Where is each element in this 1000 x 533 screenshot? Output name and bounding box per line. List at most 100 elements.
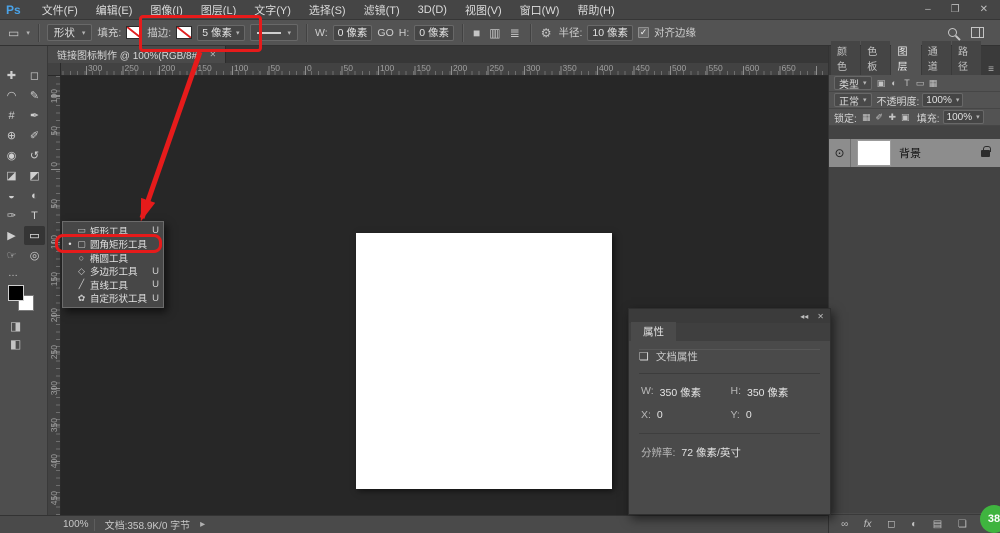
tab-swatches[interactable]: 色板 [861, 41, 890, 75]
notification-badge[interactable]: 38 [980, 505, 1000, 533]
adjustment-layer-icon[interactable]: ◐ [911, 519, 917, 530]
layer-name[interactable]: 背景 [899, 145, 981, 161]
status-flyout-icon[interactable]: ▸ [200, 519, 205, 530]
flyout-item-0[interactable]: ▭矩形工具U [63, 224, 163, 238]
blend-mode-select[interactable]: 正常 ▾ [834, 93, 872, 107]
menu-item[interactable]: 编辑(E) [87, 2, 142, 18]
crop-tool[interactable]: # [1, 106, 22, 125]
link-layers-icon[interactable]: ∞ [841, 519, 848, 530]
document-tab[interactable]: 链接图标制作 @ 100%(RGB/8#) ✕ [48, 46, 226, 63]
minimize-button[interactable]: – [925, 4, 931, 15]
layer-fill-field[interactable]: 100% ▾ [943, 110, 984, 124]
new-layer-icon[interactable]: ❏ [958, 519, 967, 530]
search-icon[interactable] [948, 28, 957, 37]
width-field[interactable]: 0 像素 [333, 25, 373, 41]
menu-item[interactable]: 3D(D) [409, 4, 456, 16]
gear-icon[interactable]: ⚙ [539, 26, 554, 40]
shape-mode-select[interactable]: 形状 ▾ [47, 24, 93, 41]
filter-icon[interactable]: T [901, 78, 914, 89]
flyout-item-5[interactable]: ✿自定形状工具U [63, 292, 163, 306]
shape-tool[interactable]: ▭ [24, 226, 45, 245]
screen-mode-icon[interactable]: ◧ [10, 337, 21, 351]
menu-item[interactable]: 选择(S) [300, 2, 355, 18]
tool-preset-icon[interactable]: ▭ [6, 26, 21, 40]
workspace-icon[interactable] [971, 27, 984, 38]
flyout-item-1[interactable]: •▢圆角矩形工具 [63, 238, 163, 252]
menu-item[interactable]: 图像(I) [141, 2, 191, 18]
flyout-item-3[interactable]: ◇多边形工具U [63, 265, 163, 279]
path-operations-icon[interactable]: ■ [471, 26, 482, 40]
stroke-width-field[interactable]: 5 像素 ▾ [197, 25, 244, 41]
tab-color[interactable]: 颜色 [831, 41, 860, 75]
flyout-item-4[interactable]: ╱直线工具U [63, 278, 163, 292]
path-arrange-icon[interactable]: ≣ [508, 26, 522, 40]
stroke-type-select[interactable]: ▾ [250, 24, 299, 41]
fill-swatch[interactable] [126, 26, 142, 39]
zoom-tool[interactable]: ◎ [24, 246, 45, 265]
link-dimensions-button[interactable]: GO [377, 27, 393, 39]
clone-stamp-tool[interactable]: ◉ [1, 146, 22, 165]
close-panel-icon[interactable]: ✕ [817, 312, 824, 321]
filter-icon[interactable]: ▦ [927, 78, 940, 89]
move-tool[interactable]: ✚ [1, 66, 22, 85]
opacity-field[interactable]: 100% ▾ [922, 93, 963, 107]
blur-tool[interactable]: ◒ [1, 186, 22, 205]
layer-style-icon[interactable]: fx [864, 519, 872, 530]
lock-toggle-icon[interactable]: ▣ [899, 112, 912, 123]
flyout-item-2[interactable]: ○椭圆工具 [63, 251, 163, 265]
hand-tool[interactable]: ☞ [1, 246, 22, 265]
history-brush-tool[interactable]: ↺ [24, 146, 45, 165]
lasso-tool[interactable]: ◠ [1, 86, 22, 105]
gradient-tool[interactable]: ◩ [24, 166, 45, 185]
menu-item[interactable]: 滤镜(T) [355, 2, 409, 18]
layer-mask-icon[interactable]: ◻ [887, 519, 895, 530]
menu-item[interactable]: 文字(Y) [245, 2, 300, 18]
healing-brush-tool[interactable]: ⊕ [1, 126, 22, 145]
align-edges-checkbox[interactable]: ✓ [638, 27, 649, 38]
pen-tool[interactable]: ✑ [1, 206, 22, 225]
menu-item[interactable]: 帮助(H) [568, 2, 623, 18]
layer-group-icon[interactable]: ▤ [933, 519, 942, 530]
lock-toggle-icon[interactable]: ▦ [860, 112, 873, 123]
tab-channels[interactable]: 通道 [922, 41, 951, 75]
panel-menu-icon[interactable]: ≡ [982, 64, 1000, 75]
menu-item[interactable]: 图层(L) [192, 2, 245, 18]
marquee-tool[interactable]: ◻ [24, 66, 45, 85]
type-tool[interactable]: T [24, 206, 45, 225]
zoom-level-field[interactable]: 100% [58, 519, 95, 531]
layer-thumbnail[interactable] [857, 140, 891, 166]
stroke-swatch[interactable] [176, 26, 192, 39]
tool-preset-arrow-icon[interactable]: ▾ [26, 29, 30, 37]
lock-toggle-icon[interactable]: ✐ [873, 112, 886, 123]
tab-paths[interactable]: 路径 [952, 41, 981, 75]
edit-toolbar-icon[interactable]: … [0, 265, 47, 281]
lock-toggle-icon[interactable]: ✚ [886, 112, 899, 123]
path-selection-tool[interactable]: ▶ [1, 226, 22, 245]
path-alignment-icon[interactable]: ▥ [487, 26, 502, 40]
layer-visibility-eye-icon[interactable]: ⊙ [829, 139, 851, 167]
filter-icon[interactable]: ◐ [888, 78, 901, 89]
filter-icon[interactable]: ▭ [914, 78, 927, 89]
foreground-color-swatch[interactable] [8, 285, 24, 301]
filter-kind-select[interactable]: 类型 ▾ [834, 76, 872, 90]
quick-mask-icon[interactable]: ◨ [10, 319, 21, 333]
menu-item[interactable]: 视图(V) [456, 2, 511, 18]
menu-item[interactable]: 文件(F) [33, 2, 87, 18]
menu-item[interactable]: 窗口(W) [511, 2, 569, 18]
collapse-panel-icon[interactable]: ◂◂ [800, 312, 808, 321]
close-button[interactable]: ✕ [980, 4, 988, 15]
filter-icon[interactable]: ▣ [875, 78, 888, 89]
height-field[interactable]: 0 像素 [414, 25, 454, 41]
tab-close-icon[interactable]: ✕ [210, 50, 217, 59]
document-canvas[interactable] [356, 233, 612, 489]
restore-button[interactable]: ❐ [951, 4, 960, 15]
quick-selection-tool[interactable]: ✎ [24, 86, 45, 105]
dodge-tool[interactable]: ◐ [24, 186, 45, 205]
eraser-tool[interactable]: ◪ [1, 166, 22, 185]
radius-field[interactable]: 10 像素 [587, 25, 633, 41]
layer-row-background[interactable]: ⊙ 背景 [829, 139, 1000, 167]
tab-properties[interactable]: 属性 [631, 322, 676, 341]
brush-tool[interactable]: ✐ [24, 126, 45, 145]
eyedropper-tool[interactable]: ✒ [24, 106, 45, 125]
tab-layers[interactable]: 图层 [891, 41, 920, 75]
